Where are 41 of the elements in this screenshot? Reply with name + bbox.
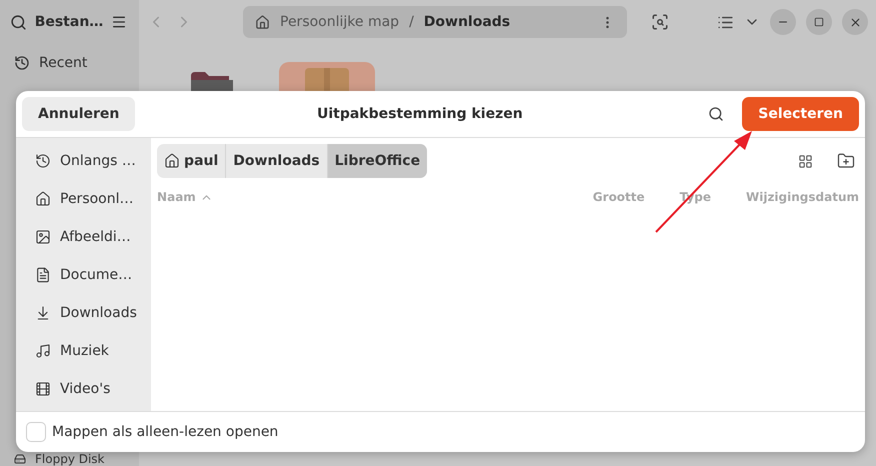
place-item[interactable]: Muziek	[16, 332, 152, 370]
place-item[interactable]: Downloads	[16, 294, 152, 332]
search-folder-icon[interactable]	[651, 13, 669, 31]
place-item[interactable]: Afbeeldi…	[16, 218, 152, 256]
clock-icon	[14, 55, 30, 71]
sidebar-item[interactable]: Recent	[0, 44, 139, 82]
download-icon	[35, 305, 51, 321]
menu-icon[interactable]	[110, 14, 127, 30]
home-icon	[164, 153, 180, 169]
maximize-icon	[814, 17, 824, 27]
sidebar-item[interactable]: Floppy Disk	[0, 452, 139, 466]
path-segment[interactable]: Persoonlijke map	[280, 14, 400, 30]
path-segment[interactable]: paul	[157, 144, 226, 178]
search-icon[interactable]	[10, 14, 27, 30]
dialog-title: Uitpakbestemming kiezen	[316, 106, 524, 122]
window-title: Bestan…	[34, 14, 104, 30]
close-button[interactable]	[842, 9, 868, 35]
place-item[interactable]: Onlangs …	[16, 142, 152, 180]
home-icon	[255, 14, 270, 30]
path-separator: /	[409, 14, 414, 30]
select-button[interactable]: Selecteren	[742, 97, 859, 131]
music-note-icon	[35, 343, 51, 359]
grid-icon	[798, 154, 813, 168]
new-folder-icon	[837, 152, 855, 170]
place-item[interactable]: Video's	[16, 370, 152, 408]
close-icon	[848, 16, 862, 28]
cancel-button[interactable]: Annuleren	[22, 97, 136, 131]
film-icon	[35, 381, 51, 397]
maximize-button[interactable]	[806, 9, 832, 35]
document-icon	[35, 267, 51, 283]
home-icon	[35, 191, 51, 207]
search-icon	[708, 106, 724, 122]
checkbox[interactable]	[26, 422, 46, 442]
path-segment[interactable]: LibreOffice	[326, 144, 428, 178]
checkbox-label[interactable]: Mappen als alleen-lezen openen	[52, 424, 278, 440]
image-icon	[35, 229, 51, 245]
path-segment[interactable]: Downloads	[424, 14, 510, 30]
place-item[interactable]: Persoonl…	[16, 180, 152, 218]
path-bar[interactable]: Persoonlijke map / Downloads	[243, 6, 627, 38]
place-item[interactable]: Docume…	[16, 256, 152, 294]
clock-icon	[35, 153, 51, 169]
